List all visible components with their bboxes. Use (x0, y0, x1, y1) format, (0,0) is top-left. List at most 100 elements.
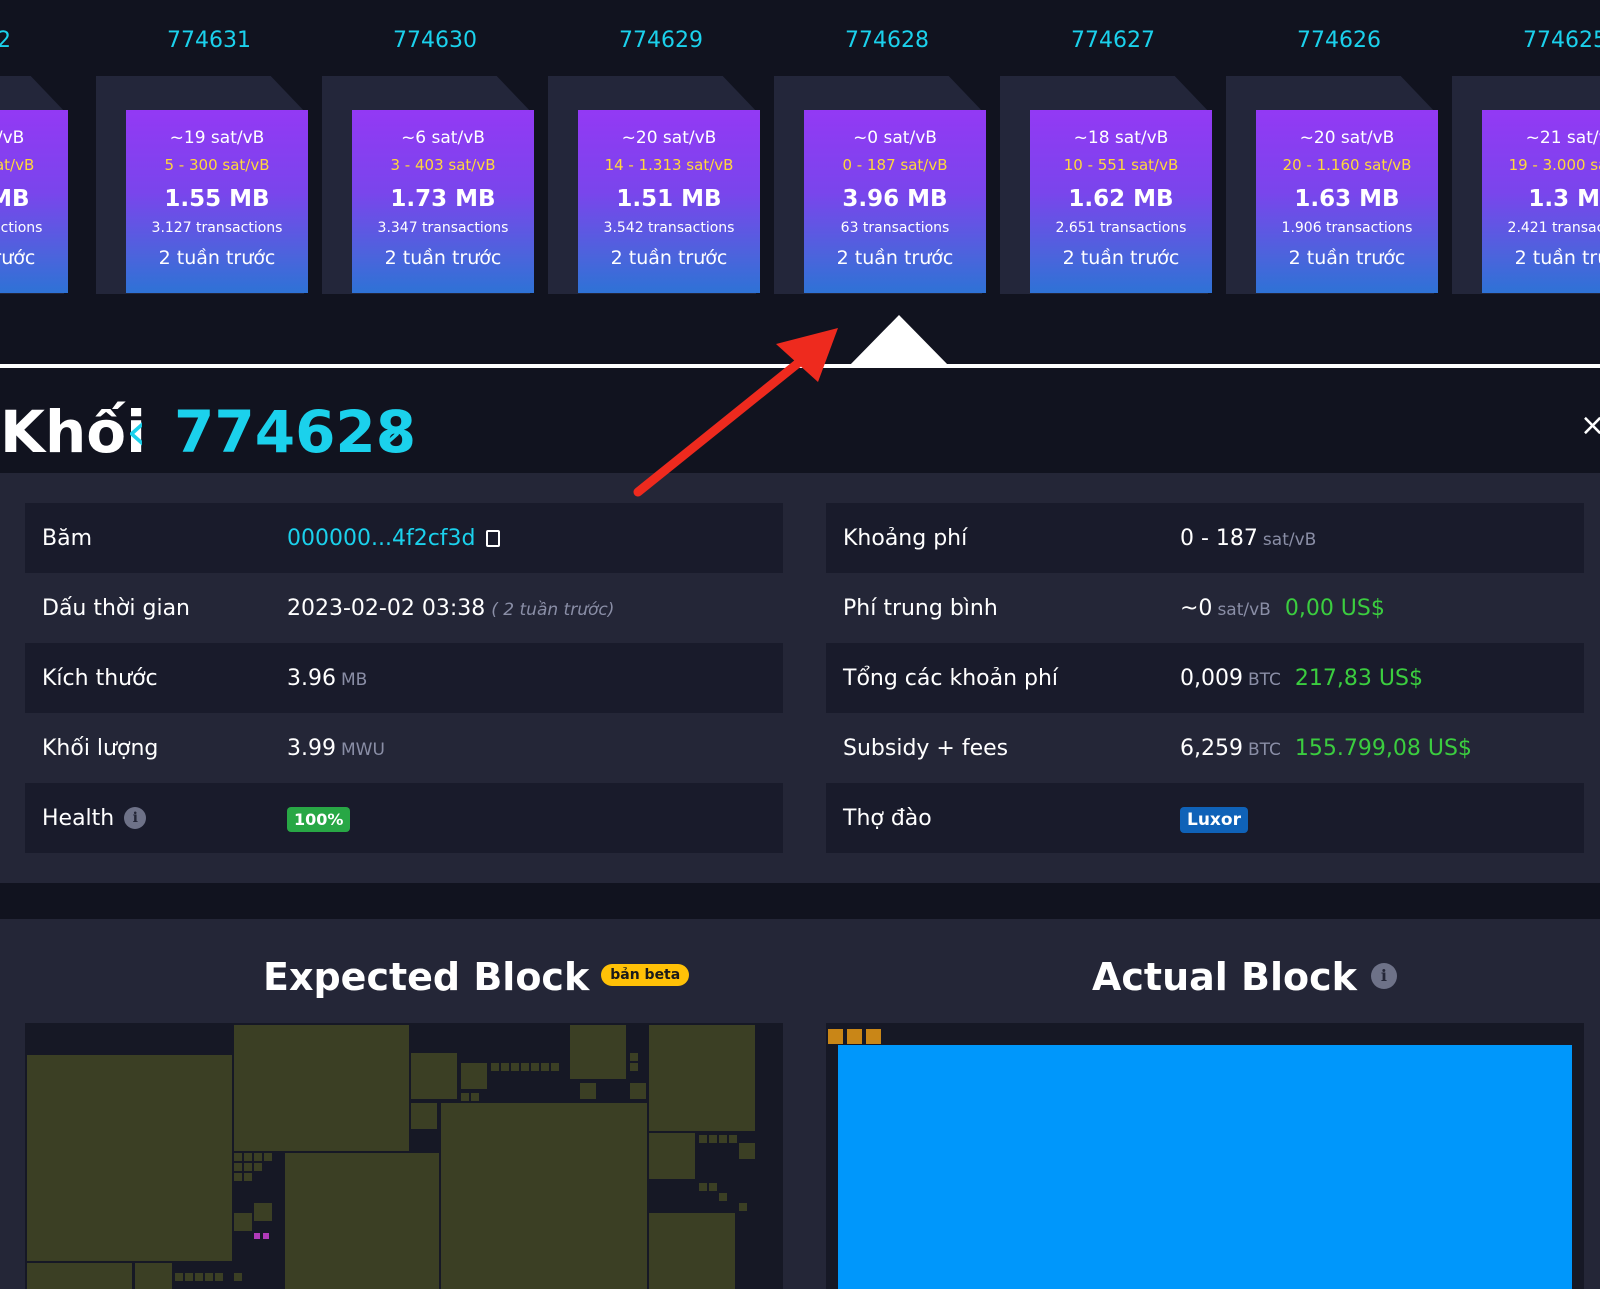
details-right-column: Khoảng phí 0 - 187 sat/vB Phí trung bình … (826, 503, 1584, 853)
tx-tile[interactable] (175, 1273, 183, 1281)
actual-block-treemap[interactable] (826, 1023, 1584, 1289)
tx-tile[interactable] (649, 1133, 695, 1179)
tx-tile[interactable] (411, 1103, 437, 1129)
block-card-774627[interactable]: 774627 ~18 sat/vB 10 - 551 sat/vB 1.62 M… (1000, 0, 1226, 300)
block-height-label[interactable]: 774627 (1000, 28, 1226, 53)
tx-tile[interactable] (719, 1193, 727, 1201)
tx-tile[interactable] (580, 1083, 596, 1099)
copy-icon[interactable] (485, 529, 500, 547)
tx-tile[interactable] (215, 1273, 223, 1281)
tx-tile[interactable] (27, 1055, 232, 1261)
tx-tile[interactable] (511, 1063, 519, 1071)
block-height-label[interactable]: 774629 (548, 28, 774, 53)
block-cube-face[interactable]: ~0 sat/vB 0 - 187 sat/vB 3.96 MB 63 tran… (804, 110, 986, 293)
tx-tile[interactable] (866, 1029, 881, 1044)
block-card-774630[interactable]: 774630 ~6 sat/vB 3 - 403 sat/vB 1.73 MB … (322, 0, 548, 300)
tx-tile-highlight[interactable] (263, 1233, 269, 1239)
tx-tile[interactable] (501, 1063, 509, 1071)
tx-tile[interactable] (630, 1083, 646, 1099)
miner-badge[interactable]: Luxor (1180, 806, 1248, 833)
tx-tile[interactable] (234, 1273, 242, 1281)
close-icon[interactable]: × (1580, 408, 1600, 443)
tx-tile[interactable] (739, 1143, 755, 1159)
tx-tile[interactable] (185, 1273, 193, 1281)
tx-tile[interactable] (195, 1273, 203, 1281)
info-icon[interactable]: i (124, 807, 147, 829)
tx-tile[interactable] (649, 1213, 735, 1289)
tx-tile[interactable] (649, 1025, 755, 1131)
tx-tile[interactable] (699, 1135, 707, 1143)
tx-tile[interactable] (630, 1063, 638, 1071)
block-height-title[interactable]: 774628 (174, 398, 416, 466)
tx-tile[interactable] (630, 1053, 638, 1061)
tx-tile[interactable] (709, 1135, 717, 1143)
tx-tile[interactable] (244, 1173, 252, 1181)
tx-tile[interactable] (254, 1203, 272, 1221)
prev-block-chevron-icon[interactable]: ‹ (126, 402, 147, 462)
tx-tile[interactable] (441, 1103, 647, 1289)
tx-tile[interactable] (739, 1203, 747, 1211)
info-icon[interactable]: i (1370, 962, 1397, 989)
tx-tile[interactable] (461, 1093, 469, 1101)
tx-tile[interactable] (541, 1063, 549, 1071)
tx-tile[interactable] (729, 1135, 737, 1143)
tx-tile[interactable] (570, 1025, 626, 1079)
tx-tile[interactable] (244, 1153, 252, 1161)
tx-tile[interactable] (699, 1183, 707, 1191)
block-visualizations: Expected Block bản beta Actual Block i (0, 919, 1600, 1289)
tx-tile[interactable] (27, 1263, 132, 1289)
tx-tile[interactable] (254, 1153, 262, 1161)
next-block-chevron-icon[interactable]: › (382, 402, 403, 462)
tx-tile[interactable] (234, 1025, 409, 1151)
tx-tile[interactable] (234, 1153, 242, 1161)
block-height-label[interactable]: 774632 (0, 28, 82, 53)
block-height-label[interactable]: 774628 (774, 28, 1000, 53)
tx-tile[interactable] (461, 1063, 487, 1089)
tx-tile[interactable] (135, 1263, 172, 1289)
block-card-774631[interactable]: 774631 ~19 sat/vB 5 - 300 sat/vB 1.55 MB… (96, 0, 322, 300)
tx-tile[interactable] (411, 1053, 457, 1099)
tx-tile[interactable] (234, 1163, 242, 1171)
tx-tile[interactable] (285, 1153, 439, 1289)
tx-tile-highlight[interactable] (254, 1233, 260, 1239)
tx-tile[interactable] (205, 1273, 213, 1281)
block-cube-face[interactable]: ~21 sat/vB 12 - 500 sat/vB 1.48 MB 2.890… (0, 110, 68, 293)
block-cube-face[interactable]: ~20 sat/vB 20 - 1.160 sat/vB 1.63 MB 1.9… (1256, 110, 1438, 293)
tx-tile[interactable] (847, 1029, 862, 1044)
block-height-label[interactable]: 774630 (322, 28, 548, 53)
tx-tile[interactable] (709, 1183, 717, 1191)
tx-tile[interactable] (234, 1173, 242, 1181)
tx-tile[interactable] (234, 1213, 252, 1231)
tx-tile[interactable] (264, 1153, 272, 1161)
tx-tile[interactable] (719, 1135, 727, 1143)
tx-tile[interactable] (254, 1163, 262, 1171)
tx-tile[interactable] (531, 1063, 539, 1071)
tx-tile[interactable] (244, 1163, 252, 1171)
block-card-774629[interactable]: 774629 ~20 sat/vB 14 - 1.313 sat/vB 1.51… (548, 0, 774, 300)
block-size: 1.62 MB (1068, 186, 1174, 212)
block-height-label[interactable]: 774626 (1226, 28, 1452, 53)
block-card-774628-selected[interactable]: 774628 ~0 sat/vB 0 - 187 sat/vB 3.96 MB … (774, 0, 1000, 300)
block-cube-face[interactable]: ~20 sat/vB 14 - 1.313 sat/vB 1.51 MB 3.5… (578, 110, 760, 293)
tx-tile[interactable] (828, 1029, 843, 1044)
block-height-label[interactable]: 774625 (1452, 28, 1600, 53)
block-fee-range: 10 - 551 sat/vB (1063, 156, 1179, 174)
block-cube-face[interactable]: ~19 sat/vB 5 - 300 sat/vB 1.55 MB 3.127 … (126, 110, 308, 293)
row-subsidy-fees: Subsidy + fees 6,259 BTC 155.799,08 US$ (826, 713, 1584, 783)
block-cube-face[interactable]: ~6 sat/vB 3 - 403 sat/vB 1.73 MB 3.347 t… (352, 110, 534, 293)
block-height-label[interactable]: 774631 (96, 28, 322, 53)
block-card-774625[interactable]: 774625 ~21 sat/vB 19 - 3.000 sat/vB 1.3 … (1452, 0, 1600, 300)
block-size: 1.55 MB (164, 186, 270, 212)
tx-tile[interactable] (521, 1063, 529, 1071)
block-cube-face[interactable]: ~21 sat/vB 19 - 3.000 sat/vB 1.3 MB 2.42… (1482, 110, 1600, 293)
block-time-ago: 2 tuần trước (384, 247, 502, 269)
tx-tile[interactable] (491, 1063, 499, 1071)
expected-block-treemap[interactable] (25, 1023, 783, 1289)
tx-tile-large[interactable] (838, 1045, 1572, 1289)
block-card-774626[interactable]: 774626 ~20 sat/vB 20 - 1.160 sat/vB 1.63… (1226, 0, 1452, 300)
block-cube-face[interactable]: ~18 sat/vB 10 - 551 sat/vB 1.62 MB 2.651… (1030, 110, 1212, 293)
block-hash-link[interactable]: 000000...4f2cf3d (287, 526, 476, 551)
block-card-774632[interactable]: 774632 ~21 sat/vB 12 - 500 sat/vB 1.48 M… (0, 0, 82, 300)
tx-tile[interactable] (471, 1093, 479, 1101)
tx-tile[interactable] (551, 1063, 559, 1071)
